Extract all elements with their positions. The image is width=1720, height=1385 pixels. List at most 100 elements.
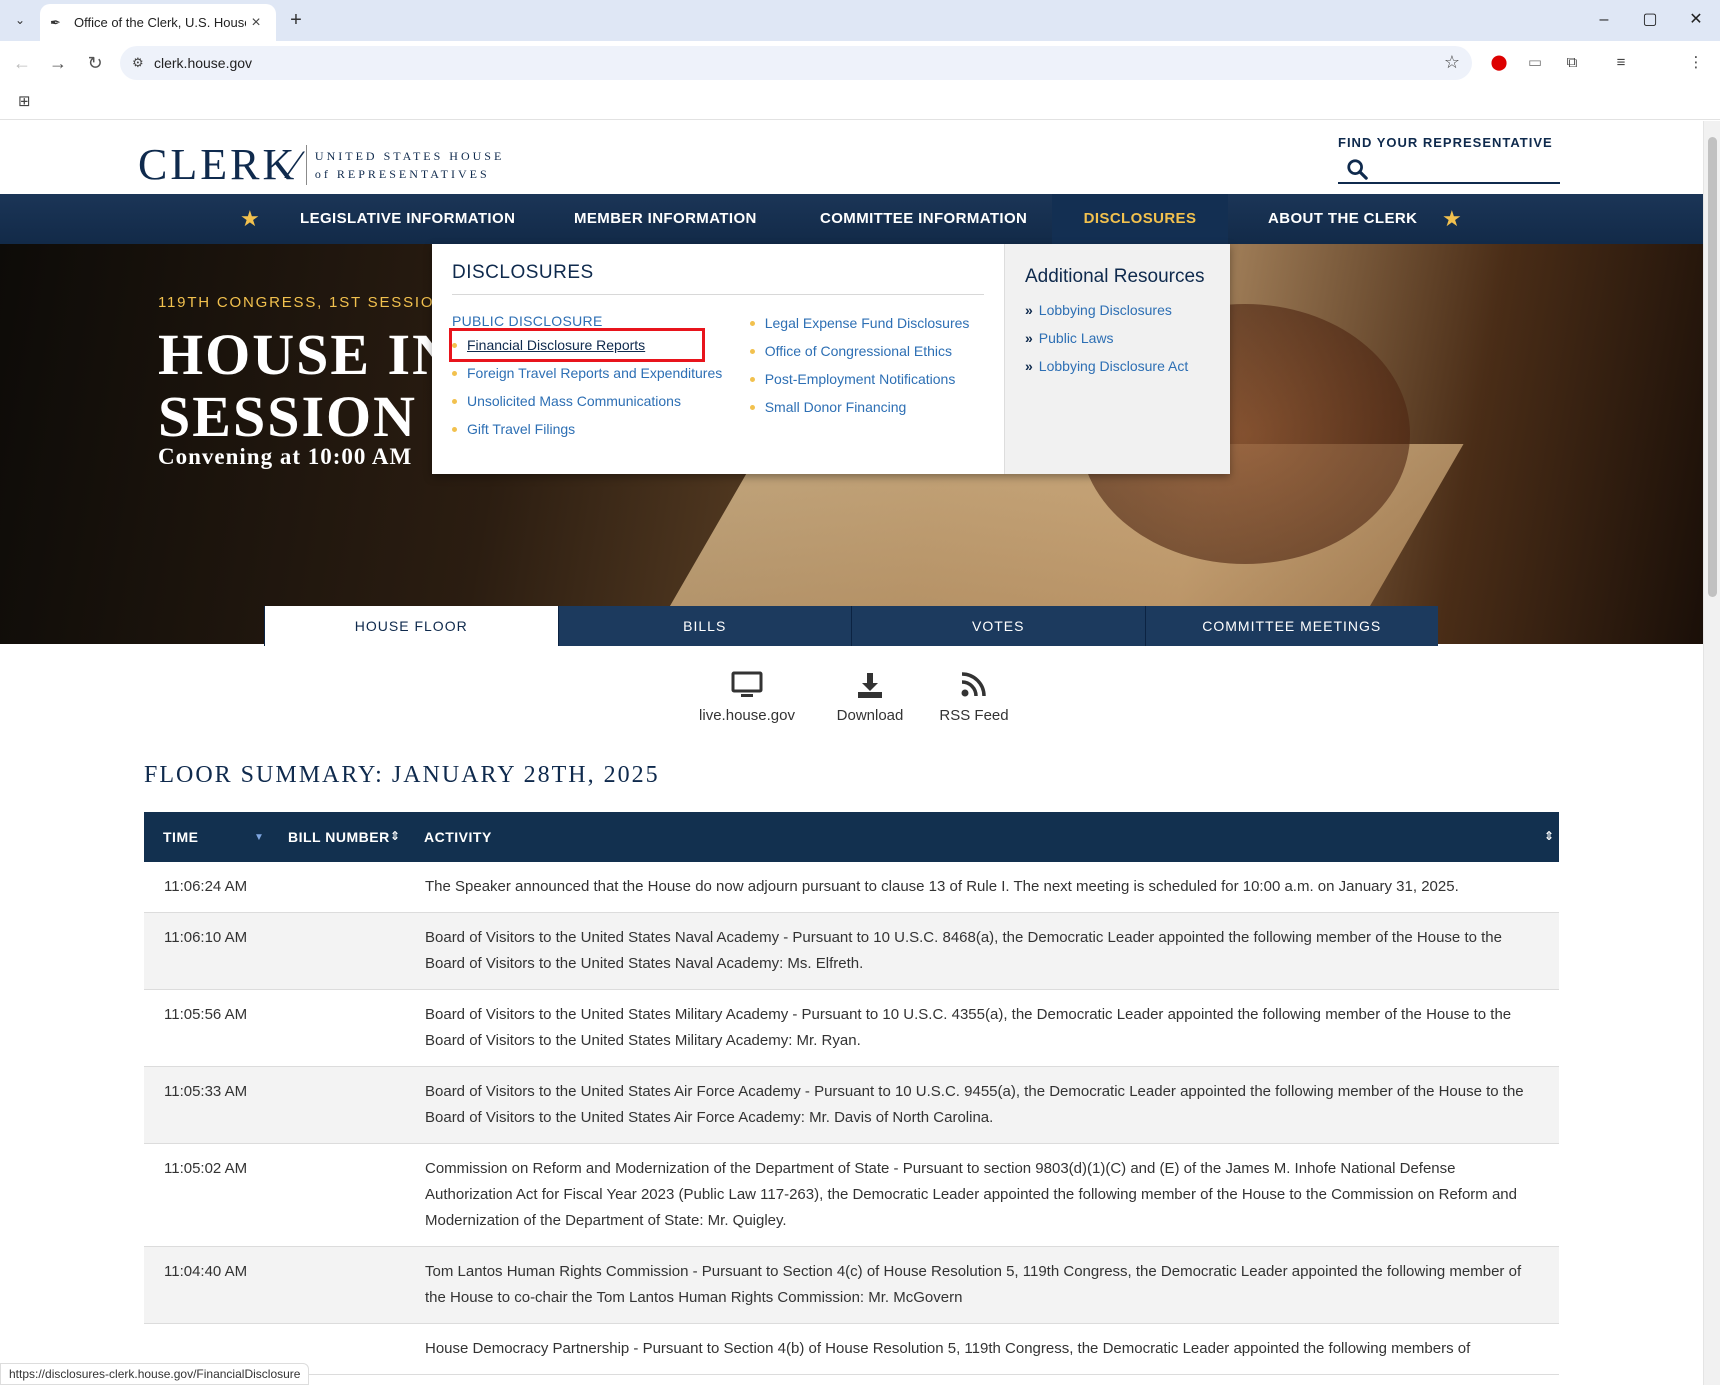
hero-title-line-1: HOUSE IN [158,322,457,387]
logo-subtitle: UNITED STATES HOUSE of REPRESENTATIVES [315,147,504,183]
link-lobbying-disclosure-act[interactable]: » Lobbying Disclosure Act [1025,352,1210,380]
link-label: Public Laws [1038,330,1114,346]
hero-subtitle: Convening at 10:00 AM [158,444,413,469]
row-activity: The Speaker announced that the House do … [425,878,1459,895]
dropdown-left-links: Financial Disclosure Reports Foreign Tra… [449,328,750,443]
sort-icon[interactable]: ⇕ [1544,829,1555,843]
new-tab-button[interactable]: + [283,8,309,34]
logo-line-2: of REPRESENTATIVES [314,166,490,181]
link-small-donor-financing[interactable]: Small Donor Financing [749,393,984,421]
tab-title: Office of the Clerk, U.S. House [74,15,246,30]
web-page: CLERK ⁄ UNITED STATES HOUSE of REPRESENT… [0,121,1703,1385]
monitor-icon [692,671,802,703]
quick-link-rss[interactable]: RSS Feed [919,671,1029,724]
extensions-puzzle-icon[interactable]: ⧉ [1559,50,1585,76]
nav-member-information[interactable]: MEMBER INFORMATION [574,194,757,244]
table-row: House Democracy Partnership - Pursuant t… [144,1324,1559,1375]
link-gift-travel-filings[interactable]: Gift Travel Filings [452,415,750,443]
rss-icon [919,671,1029,703]
status-bar-url: https://disclosures-clerk.house.gov/Fina… [0,1363,310,1385]
tab-votes[interactable]: VOTES [851,606,1145,646]
find-rep-label: FIND YOUR REPRESENTATIVE [1338,135,1553,150]
link-office-of-congressional-ethics[interactable]: Office of Congressional Ethics [749,337,984,365]
clerk-logo[interactable]: CLERK ⁄ UNITED STATES HOUSE of REPRESENT… [138,139,504,190]
extension-icon[interactable]: ⬤ [1486,50,1512,76]
link-unsolicited-mass-communications[interactable]: Unsolicited Mass Communications [452,387,750,415]
col-bill-number[interactable]: BILL NUMBER [288,829,390,845]
quill-icon: ⁄ [291,142,298,187]
floor-summary-title: FLOOR SUMMARY: JANUARY 28TH, 2025 [144,762,660,788]
double-chevron-icon: » [1025,330,1033,346]
close-tab-icon[interactable]: × [246,14,266,32]
dropdown-main: DISCLOSURES PUBLIC DISCLOSURE Financial … [432,244,1004,474]
link-lobbying-disclosures[interactable]: » Lobbying Disclosures [1025,296,1210,324]
link-public-laws[interactable]: » Public Laws [1025,324,1210,352]
star-icon: ★ [240,206,260,231]
address-bar[interactable]: ⚙ clerk.house.gov ☆ [120,46,1472,80]
nav-legislative-information[interactable]: LEGISLATIVE INFORMATION [300,194,515,244]
bookmarks-bar [0,84,1720,120]
tab-committee-meetings[interactable]: COMMITTEE MEETINGS [1144,606,1438,646]
nav-disclosures[interactable]: DISCLOSURES [1052,194,1228,244]
sort-icon[interactable]: ⇕ [390,829,401,843]
disclosures-dropdown: DISCLOSURES PUBLIC DISCLOSURE Financial … [432,244,1230,474]
col-time[interactable]: TIME [163,829,198,845]
link-foreign-travel-reports[interactable]: Foreign Travel Reports and Expenditures [452,359,750,387]
table-row: 11:06:10 AM Board of Visitors to the Unit… [144,913,1559,990]
table-row: 11:04:40 AM Tom Lantos Human Rights Commi… [144,1247,1559,1324]
apps-grid-icon[interactable]: ⊞ [18,92,31,110]
dropdown-additional-resources: Additional Resources » Lobbying Disclosur… [1004,244,1230,474]
scrollbar-thumb[interactable] [1708,137,1717,597]
sort-desc-icon[interactable]: ▼ [254,832,264,843]
main-nav: ★ LEGISLATIVE INFORMATION MEMBER INFORMA… [0,194,1703,244]
hero-title-line-2: SESSION T [158,384,474,449]
dropdown-right-links: Legal Expense Fund Disclosures Office of… [749,309,984,443]
minimize-icon[interactable]: – [1582,6,1626,34]
link-legal-expense-fund[interactable]: Legal Expense Fund Disclosures [749,309,984,337]
cast-icon[interactable]: ▭ [1522,50,1548,76]
hero-title: HOUSE IN SESSION T [158,322,474,449]
reload-icon[interactable]: ↻ [81,49,109,77]
browser-tab[interactable]: ✒ Office of the Clerk, U.S. House × [40,4,276,41]
link-label: Lobbying Disclosure Act [1038,358,1189,374]
link-post-employment-notifications[interactable]: Post-Employment Notifications [749,365,984,393]
tab-search-icon[interactable]: ⌄ [8,8,32,32]
floor-table-header: TIME ▼ BILL NUMBER ⇕ ACTIVITY ⇕ [144,812,1559,862]
bookmark-star-icon[interactable]: ☆ [1444,52,1460,73]
back-icon[interactable]: ← [8,49,36,77]
nav-about-the-clerk[interactable]: ABOUT THE CLERK [1268,194,1417,244]
row-activity: House Democracy Partnership - Pursuant t… [425,1340,1471,1357]
row-time: 11:06:24 AM [164,878,248,895]
quick-link-download[interactable]: Download [815,671,925,724]
double-chevron-icon: » [1025,302,1033,318]
quick-link-live[interactable]: live.house.gov [692,671,802,724]
menu-kebab-icon[interactable]: ⋮ [1683,50,1709,76]
page-scrollbar[interactable] [1703,121,1720,1385]
media-control-icon[interactable]: ≡ [1608,50,1634,76]
floor-table-body: 11:06:24 AM The Speaker announced that th… [144,862,1559,1375]
double-chevron-icon: » [1025,358,1033,374]
row-time: 11:05:02 AM [164,1160,248,1177]
url-text[interactable]: clerk.house.gov [154,55,252,71]
row-activity: Board of Visitors to the United States A… [425,1083,1524,1126]
table-row: 11:05:02 AM Commission on Reform and Mode… [144,1144,1559,1247]
col-activity[interactable]: ACTIVITY [424,829,492,845]
quick-link-label: RSS Feed [939,707,1009,724]
forward-icon[interactable]: → [44,49,72,77]
site-info-icon[interactable]: ⚙ [132,55,154,71]
maximize-icon[interactable]: ▢ [1628,6,1672,34]
row-time: 11:06:10 AM [164,929,248,946]
row-time: 11:05:33 AM [164,1083,248,1100]
close-window-icon[interactable]: ✕ [1674,6,1718,34]
dropdown-heading: DISCLOSURES [452,262,984,295]
row-time: 11:05:56 AM [164,1006,248,1023]
nav-committee-information[interactable]: COMMITTEE INFORMATION [820,194,1027,244]
table-row: 11:05:33 AM Board of Visitors to the Unit… [144,1067,1559,1144]
search-icon[interactable] [1346,158,1368,180]
tab-house-floor[interactable]: HOUSE FLOOR [264,606,558,646]
quill-favicon-icon: ✒ [50,14,61,30]
find-rep-input[interactable] [1338,156,1560,184]
link-financial-disclosure-reports[interactable]: Financial Disclosure Reports [449,328,705,362]
row-activity: Board of Visitors to the United States N… [425,929,1502,972]
tab-bills[interactable]: BILLS [557,606,851,646]
